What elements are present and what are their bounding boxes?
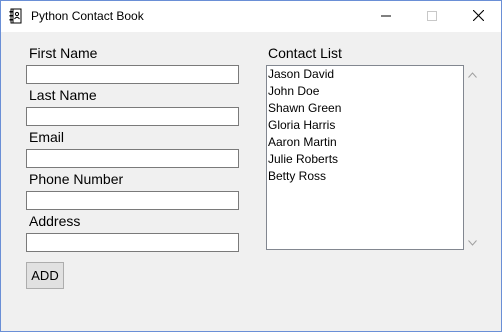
chevron-down-icon <box>468 233 477 251</box>
contact-list-scrollbar[interactable] <box>464 65 481 250</box>
maximize-icon <box>427 8 437 26</box>
contact-listbox[interactable]: Jason David John Doe Shawn Green Gloria … <box>266 65 464 250</box>
address-book-icon <box>9 8 23 24</box>
close-icon <box>472 8 484 26</box>
contact-item[interactable]: Shawn Green <box>267 100 463 117</box>
title-bar[interactable]: Python Contact Book <box>1 1 501 32</box>
contact-item[interactable]: John Doe <box>267 83 463 100</box>
phone-number-label: Phone Number <box>29 171 124 187</box>
last-name-label: Last Name <box>29 87 97 103</box>
email-label: Email <box>29 129 65 145</box>
maximize-button[interactable] <box>409 1 455 32</box>
scroll-up-button[interactable] <box>464 65 481 82</box>
last-name-field[interactable] <box>26 107 239 126</box>
first-name-field[interactable] <box>26 65 239 84</box>
minimize-icon <box>381 8 391 26</box>
contact-item[interactable]: Julie Roberts <box>267 151 463 168</box>
address-field[interactable] <box>26 233 239 252</box>
contact-item[interactable]: Jason David <box>267 66 463 83</box>
window-title: Python Contact Book <box>31 9 144 23</box>
add-button[interactable]: ADD <box>26 262 64 289</box>
close-button[interactable] <box>455 1 501 32</box>
contact-item[interactable]: Aaron Martin <box>267 134 463 151</box>
address-label: Address <box>29 213 81 229</box>
app-window: Python Contact Book First Name Last Name… <box>0 0 502 332</box>
phone-number-field[interactable] <box>26 191 239 210</box>
email-field[interactable] <box>26 149 239 168</box>
minimize-button[interactable] <box>363 1 409 32</box>
contact-item[interactable]: Betty Ross <box>267 168 463 185</box>
contact-item[interactable]: Gloria Harris <box>267 117 463 134</box>
contact-list-label: Contact List <box>268 45 342 61</box>
first-name-label: First Name <box>29 45 98 61</box>
chevron-up-icon <box>468 65 477 83</box>
scroll-down-button[interactable] <box>464 233 481 250</box>
